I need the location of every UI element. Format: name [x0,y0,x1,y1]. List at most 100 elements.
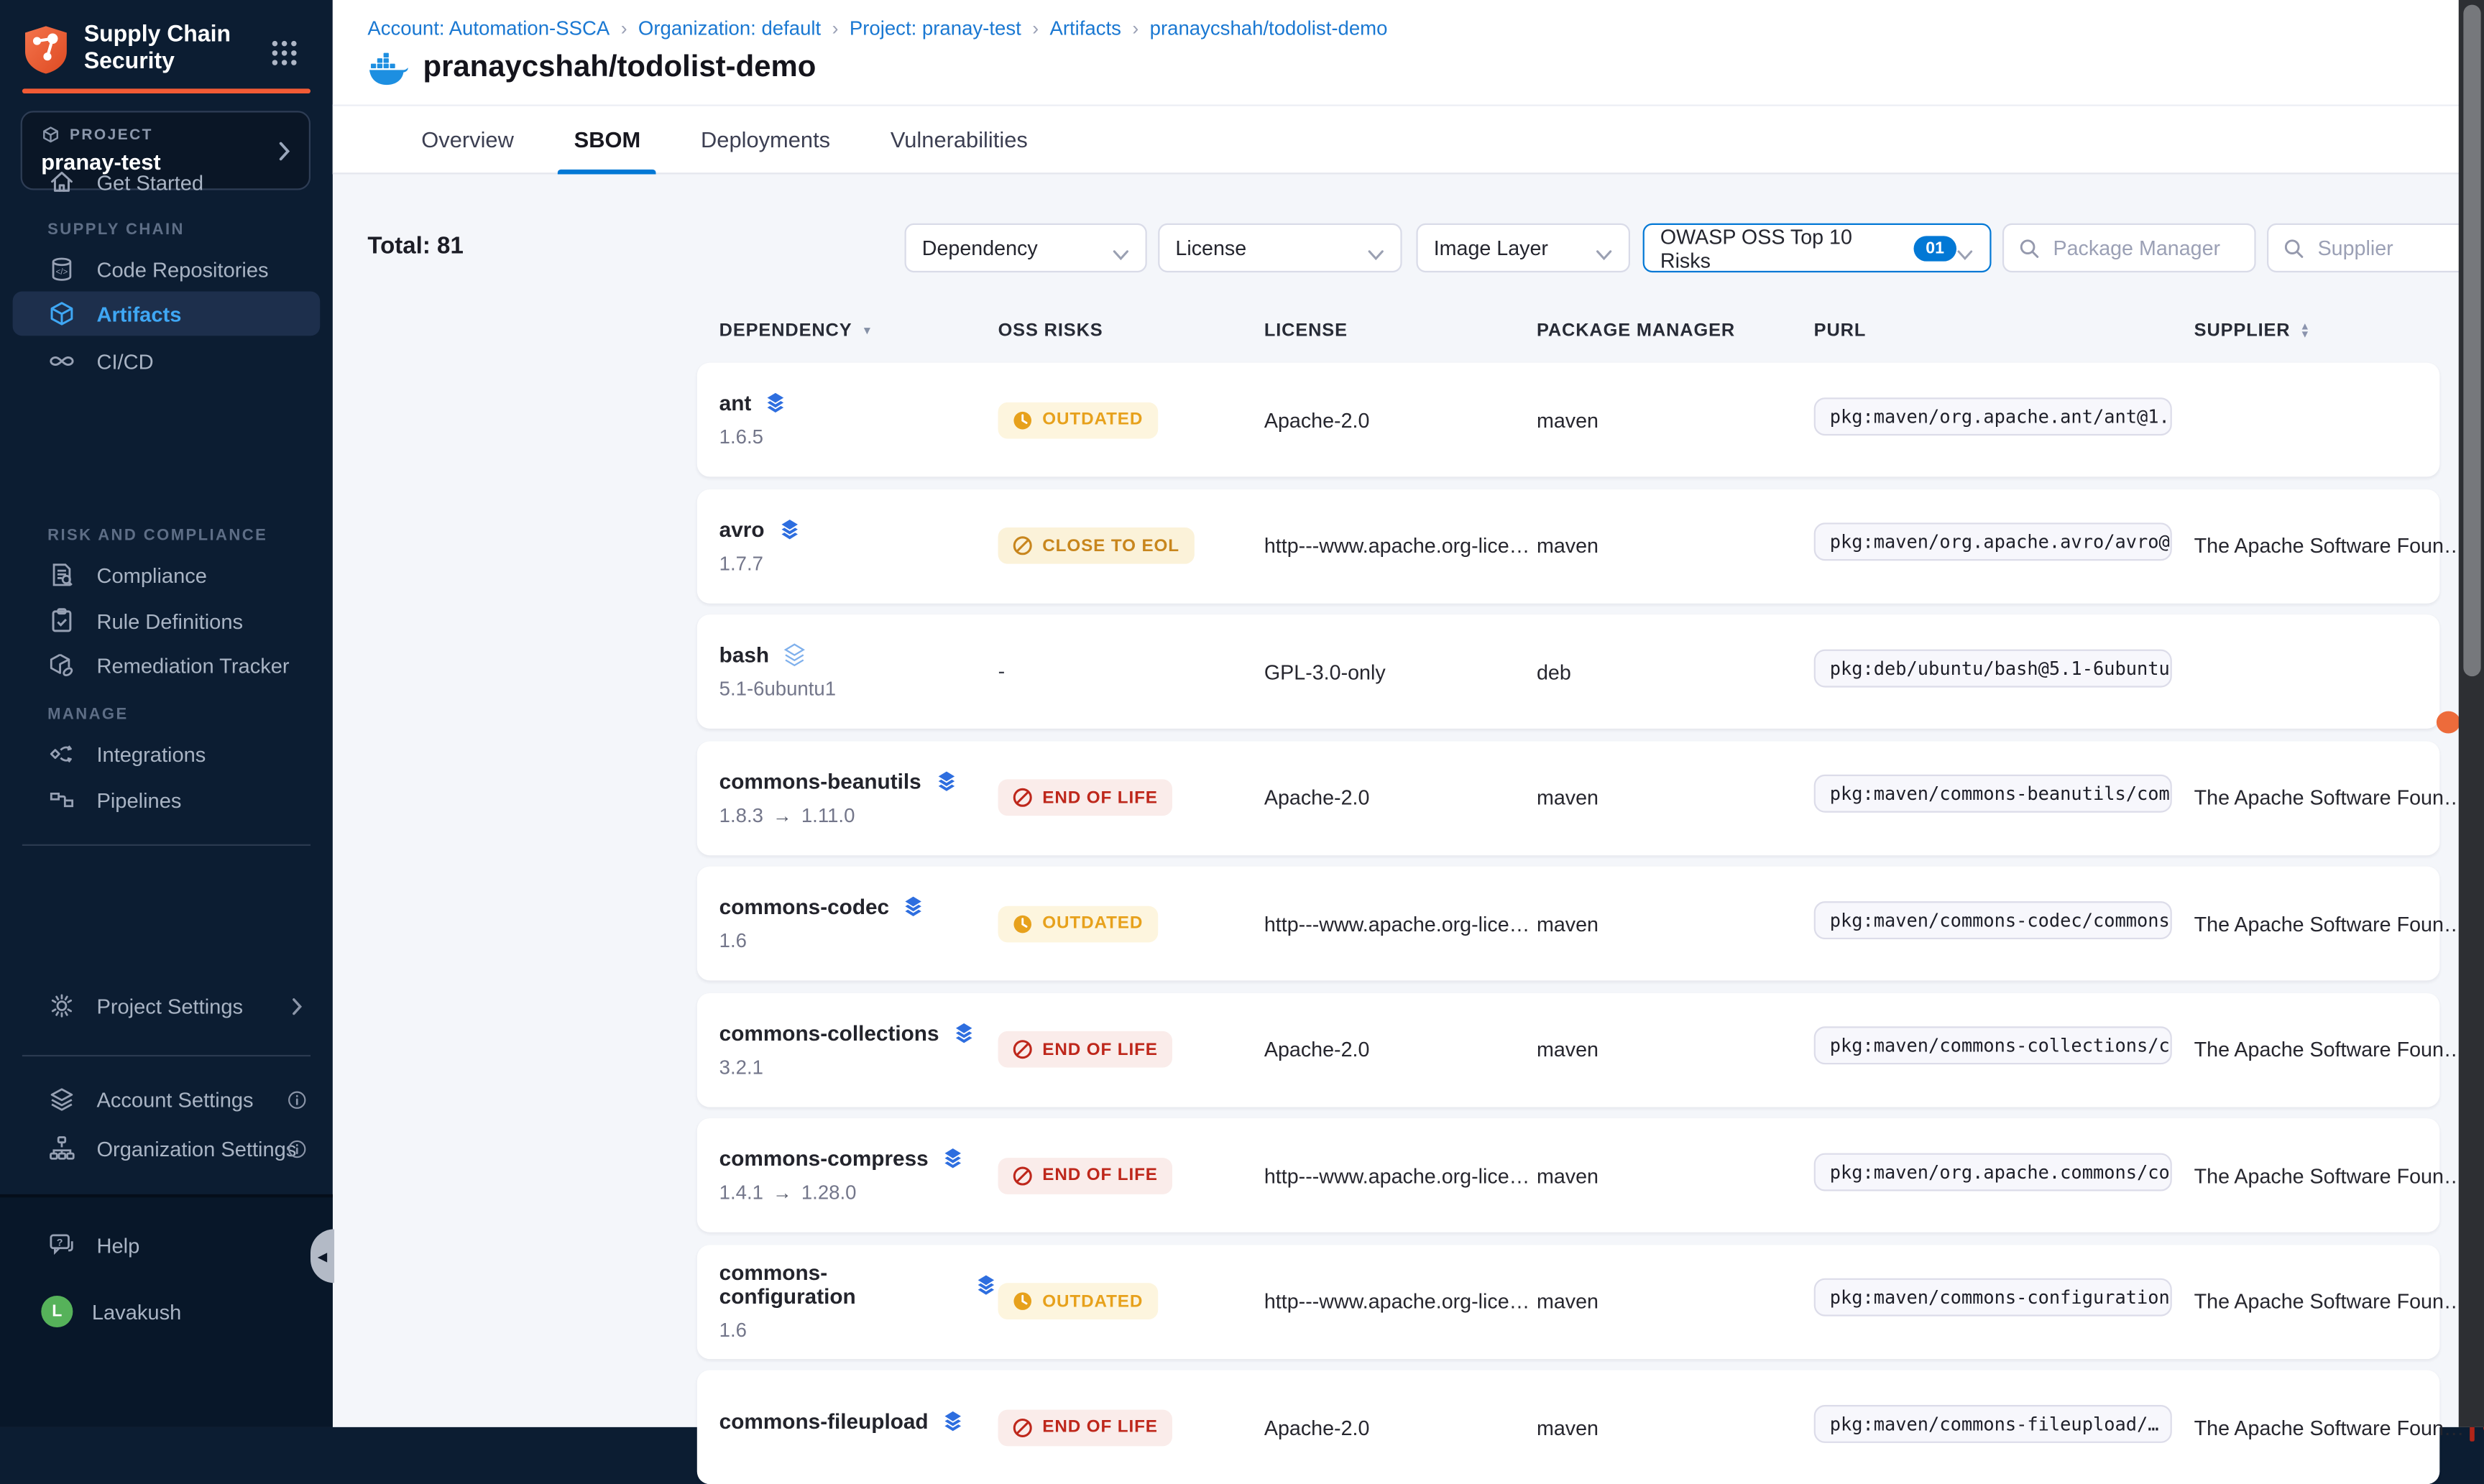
supply-chain-security-logo-icon [22,23,70,75]
breadcrumb-link-account-automation-ssca[interactable]: Account: Automation-SSCA [367,17,610,40]
supplier-cell: The Apache Software Foun… [2194,911,2470,935]
breadcrumb-link-artifacts[interactable]: Artifacts [1049,17,1121,40]
sidebar-item-compliance[interactable]: Compliance [0,553,333,597]
package-manager-input[interactable] [2050,234,2240,261]
purl-pill[interactable]: pkg:maven/commons-collections/co… [1814,1026,2172,1064]
purl-pill[interactable]: pkg:maven/commons-configuration/… [1814,1278,2172,1317]
layers-icon [777,517,801,541]
notification-dot [2437,711,2460,734]
column-header-label: OSS RISKS [998,321,1103,340]
slash-circle-icon [1012,1039,1033,1060]
gear-icon [47,992,76,1020]
column-header-oss-risks: OSS RISKS [998,321,1264,340]
breadcrumb-link-organization-default[interactable]: Organization: default [638,17,821,40]
dependency-cell: avro1.7.7 [719,517,998,574]
sidebar-item-project-settings[interactable]: Project Settings [0,984,333,1028]
version-recommended: 1.11.0 [801,804,855,826]
app-switcher-grid-icon[interactable] [271,40,298,66]
sidebar-item-rule-definitions[interactable]: Rule Definitions [0,599,333,643]
slash-circle-icon [1012,1165,1033,1186]
status-badge-label: END OF LIFE [1042,1166,1158,1184]
license-cell: Apache-2.0 [1264,785,1537,809]
purl-cell: pkg:maven/org.apache.commons/com… [1814,1152,2194,1198]
status-badge-close-eol: CLOSE TO EOL [998,527,1194,564]
purl-pill[interactable]: pkg:maven/commons-beanutils/comm… [1814,775,2172,813]
dependency-name: commons-configuration [719,1261,998,1308]
info-icon[interactable] [287,1138,308,1159]
clock-icon [1012,410,1033,430]
sidebar-item-label: CI/CD [96,349,153,373]
accent-divider [22,88,310,93]
status-badge-eol: END OF LIFE [998,1031,1172,1068]
dependency-name: commons-beanutils [719,769,998,793]
breadcrumb-link-project-pranay-test[interactable]: Project: pranay-test [850,17,1021,40]
supplier-cell: The Apache Software Foun… [2194,1289,2470,1313]
oss-risk-cell: - [998,658,1264,686]
tab-vulnerabilities[interactable]: Vulnerabilities [881,106,1037,173]
layers-icon [902,895,926,918]
dependency-cell: commons-beanutils1.8.3→1.11.0 [719,769,998,826]
purl-pill[interactable]: pkg:maven/org.apache.ant/ant@1.6… [1814,397,2172,435]
purl-pill[interactable]: pkg:maven/commons-codec/commons-… [1814,900,2172,939]
purl-pill[interactable]: pkg:maven/commons-fileupload/… [1814,1404,2172,1442]
purl-cell: pkg:maven/commons-beanutils/comm… [1814,775,2194,821]
breadcrumb-link-pranaycshah-todolist-demo[interactable]: pranaycshah/todolist-demo [1150,17,1388,40]
scrollbar-thumb[interactable] [2462,5,2480,677]
license-cell: http---www.apache.org-lice… [1264,1289,1537,1313]
purl-pill[interactable]: pkg:maven/org.apache.avro/avro@1… [1814,522,2172,561]
sidebar-item-code-repositories[interactable]: </>Code Repositories [0,247,333,292]
supplier-cell: The Apache Software Foun… [2194,534,2470,558]
sidebar-divider [22,844,310,846]
status-badge-outdated: OUTDATED [998,1283,1158,1319]
tab-sbom[interactable]: SBOM [564,106,650,173]
table-row-ant: ant1.6.5OUTDATEDApache-2.0mavenpkg:maven… [697,363,2439,477]
supplier-cell: The Apache Software Foun… [2194,1163,2470,1187]
sidebar-item-ci-cd[interactable]: CI/CD [0,339,333,384]
purl-cell: pkg:deb/ubuntu/bash@5.1-6ubuntu1 [1814,649,2194,695]
table-header-row: DEPENDENCY▼OSS RISKSLICENSEPACKAGE MANAG… [719,313,2421,348]
filter-dropdown-owasp-oss-top-10-risks[interactable]: OWASP OSS Top 10 Risks01 [1643,223,1992,272]
filter-dropdown-image-layer[interactable]: Image Layer [1416,223,1630,272]
info-icon[interactable] [287,1089,308,1110]
sidebar-item-integrations[interactable]: Integrations [0,732,333,776]
tab-overview[interactable]: Overview [412,106,523,173]
sidebar-item-help[interactable]: ? Help [0,1223,333,1268]
dependency-name-text: commons-configuration [719,1261,962,1308]
org-icon [47,1134,76,1163]
layers-icon [934,769,957,793]
filter-dropdown-label: Image Layer [1434,236,1548,259]
sidebar-item-get-started[interactable]: Get Started [0,160,333,205]
sidebar-item-artifacts[interactable]: Artifacts [13,292,321,336]
column-header-purl: PURL [1814,321,2194,340]
home-icon [47,168,76,197]
filter-dropdown-label: Dependency [922,236,1038,259]
version-current: 1.6 [719,1319,747,1342]
purl-pill[interactable]: pkg:deb/ubuntu/bash@5.1-6ubuntu1 [1814,649,2172,687]
filter-dropdown-license[interactable]: License [1158,223,1402,272]
package-manager-cell: deb [1537,660,1814,683]
user-menu[interactable]: L Lavakush [0,1289,333,1334]
chevron-down-icon [1367,241,1384,254]
pipelines-icon [47,785,76,814]
column-header-supplier[interactable]: SUPPLIER▲▼ [2194,321,2470,340]
column-header-dependency[interactable]: DEPENDENCY▼ [719,321,998,340]
oss-risk-cell: OUTDATED [998,402,1264,438]
sidebar-item-pipelines[interactable]: Pipelines [0,778,333,822]
infinity-icon [47,347,76,376]
filter-dropdown-dependency[interactable]: Dependency [905,223,1147,272]
version-current: 1.8.3 [719,804,763,826]
table-row-bash: bash5.1-6ubuntu1-GPL-3.0-onlydebpkg:deb/… [697,614,2439,729]
tab-deployments[interactable]: Deployments [691,106,840,173]
oss-risk-cell: END OF LIFE [998,1157,1264,1194]
sidebar-item-label: Artifacts [96,302,181,326]
scrollbar [2459,0,2484,1427]
sidebar-item-organization-settings[interactable]: Organization Settings [0,1126,333,1171]
sidebar-item-account-settings[interactable]: Account Settings [0,1077,333,1122]
chevron-down-icon [1112,241,1129,254]
integrations-icon [47,739,76,768]
sidebar-item-remediation-tracker[interactable]: Remediation Tracker [0,643,333,688]
purl-pill[interactable]: pkg:maven/org.apache.commons/com… [1814,1152,2172,1190]
package-manager-cell: maven [1537,785,1814,809]
sidebar-item-label: Integrations [96,742,206,766]
status-badge-outdated: OUTDATED [998,905,1158,942]
